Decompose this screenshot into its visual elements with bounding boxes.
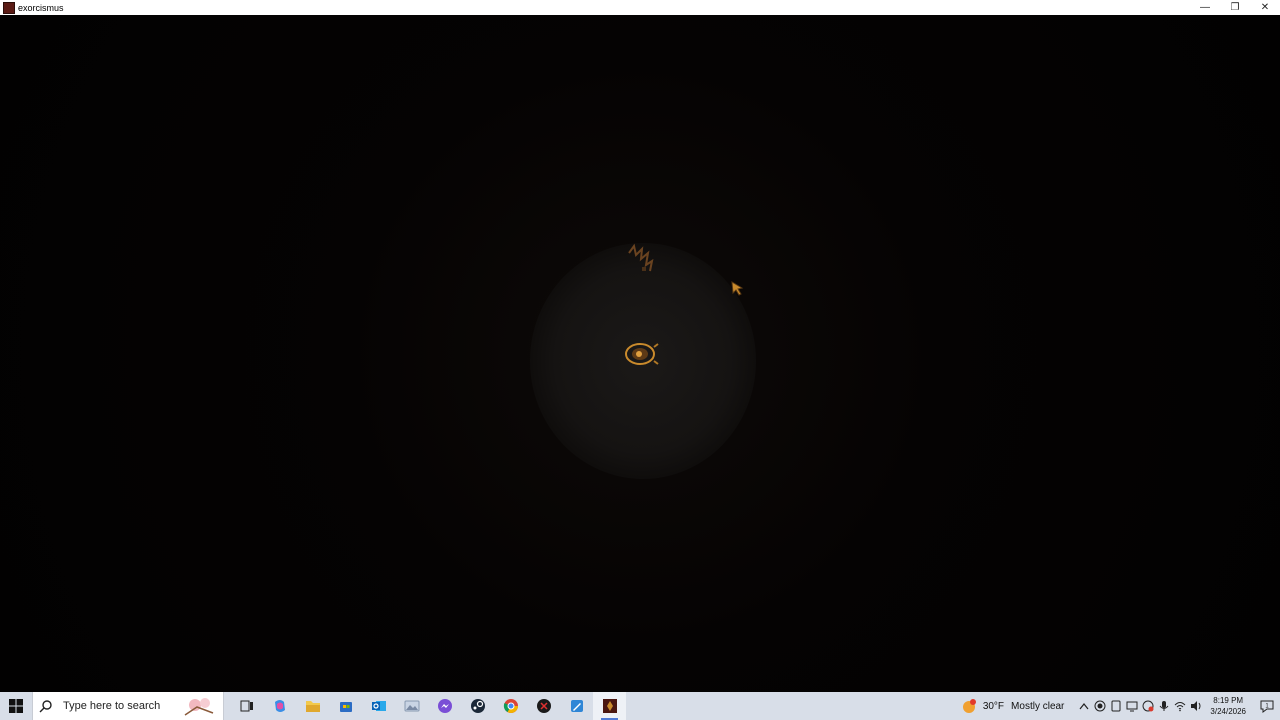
task-view-button[interactable] <box>230 692 263 720</box>
microsoft-store-icon <box>339 702 352 712</box>
tray-network-button[interactable] <box>1172 698 1188 714</box>
weather-moon-icon <box>962 699 976 713</box>
minimize-icon: — <box>1200 2 1210 13</box>
tray-volume-button[interactable] <box>1188 698 1204 714</box>
steam-icon <box>470 699 485 713</box>
photos-icon <box>404 700 419 712</box>
microsoft-store-button[interactable] <box>329 692 362 720</box>
enemy-sprite-icon <box>628 243 654 272</box>
tray-icons <box>1076 698 1204 714</box>
minimize-button[interactable]: — <box>1190 0 1220 15</box>
device-icon <box>1111 700 1121 712</box>
copilot-button[interactable] <box>263 692 296 720</box>
game-window: exorcismus — ❐ ✕ <box>0 0 1280 692</box>
chrome-button[interactable] <box>494 692 527 720</box>
pinned-apps <box>230 692 626 720</box>
messenger-button[interactable] <box>428 692 461 720</box>
search-icon <box>39 700 52 713</box>
start-button[interactable] <box>0 692 32 720</box>
messenger-icon <box>437 699 452 713</box>
volume-icon <box>1191 701 1201 711</box>
tray-device-button[interactable] <box>1108 698 1124 714</box>
microphone-icon <box>1160 701 1169 711</box>
exorcismus-taskbar-button[interactable] <box>593 692 626 720</box>
file-explorer-button[interactable] <box>296 692 329 720</box>
photos-button[interactable] <box>395 692 428 720</box>
game-viewport[interactable] <box>0 15 1280 692</box>
clock-date: 3/24/2026 <box>1210 707 1246 716</box>
cursor-arrow-icon <box>731 281 744 296</box>
chrome-icon <box>503 699 518 713</box>
windows-logo-icon <box>9 699 23 713</box>
search-highlight-art-icon <box>184 698 214 716</box>
display-icon <box>1126 701 1138 712</box>
clock-time: 8:19 PM <box>1213 696 1244 705</box>
game-launcher-button[interactable] <box>527 692 560 720</box>
notifications-button[interactable]: 1 <box>1254 692 1280 720</box>
outlook-button[interactable] <box>362 692 395 720</box>
clock[interactable]: 8:19 PM 3/24/2026 <box>1210 695 1246 717</box>
restore-button[interactable]: ❐ <box>1220 0 1250 15</box>
exorcismus-app-icon <box>3 1 15 14</box>
close-button[interactable]: ✕ <box>1250 0 1280 15</box>
restore-icon: ❐ <box>1230 2 1240 13</box>
taskbar: Type here to search 30°F Mostly clear 8:… <box>0 692 1280 720</box>
weather-temp: 30°F <box>982 700 1005 712</box>
title-bar[interactable]: exorcismus — ❐ ✕ <box>0 0 1280 15</box>
paint-icon <box>570 700 583 712</box>
steam-button[interactable] <box>461 692 494 720</box>
record-icon <box>1094 700 1106 712</box>
wifi-icon <box>1175 702 1186 712</box>
paint-button[interactable] <box>560 692 593 720</box>
game-launcher-icon <box>536 699 551 713</box>
window-title: exorcismus <box>18 2 64 13</box>
tray-record-button[interactable] <box>1092 698 1108 714</box>
tray-microphone-button[interactable] <box>1156 698 1172 714</box>
weather-widget[interactable]: 30°F Mostly clear <box>961 698 1065 714</box>
outlook-icon <box>371 701 386 711</box>
task-view-icon <box>240 700 253 712</box>
player-sprite-icon <box>625 343 659 365</box>
security-alert-icon <box>1142 700 1154 712</box>
system-tray: 30°F Mostly clear 8:19 PM 3/24/2026 1 <box>961 692 1280 720</box>
search-placeholder: Type here to search <box>63 700 161 712</box>
close-icon: ✕ <box>1260 2 1270 13</box>
copilot-icon <box>274 700 285 712</box>
tray-security-button[interactable] <box>1140 698 1156 714</box>
show-hidden-icons-button[interactable] <box>1076 698 1092 714</box>
tray-display-button[interactable] <box>1124 698 1140 714</box>
search-box[interactable]: Type here to search <box>32 692 224 720</box>
notification-icon: 1 <box>1260 700 1274 713</box>
weather-condition: Mostly clear <box>1011 700 1065 712</box>
chevron-up-icon <box>1079 703 1089 710</box>
file-explorer-icon <box>305 701 320 712</box>
window-controls: — ❐ ✕ <box>1190 0 1280 15</box>
exorcismus-app-icon <box>602 699 617 713</box>
